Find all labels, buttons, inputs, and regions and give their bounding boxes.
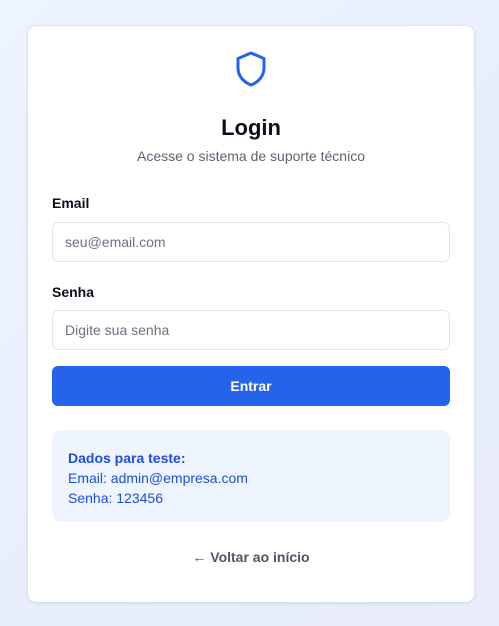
test-credentials-box: Dados para teste: Email: admin@empresa.c…: [52, 430, 450, 522]
login-button[interactable]: Entrar: [52, 366, 450, 406]
shield-icon: [236, 51, 266, 87]
back-home-link[interactable]: ← Voltar ao início: [28, 548, 474, 566]
page-subtitle: Acesse o sistema de suporte técnico: [136, 148, 365, 164]
test-credentials-title: Dados para teste:: [68, 450, 186, 466]
password-label: Senha: [52, 284, 95, 300]
password-field[interactable]: [52, 310, 450, 350]
test-credentials-password: Senha: 123456: [68, 490, 163, 506]
login-card: Login Acesse o sistema de suporte técnic…: [28, 26, 474, 602]
email-label: Email: [52, 195, 90, 211]
page-title: Login: [221, 115, 281, 140]
test-credentials-email: Email: admin@empresa.com: [68, 470, 248, 486]
email-field[interactable]: [52, 222, 450, 262]
